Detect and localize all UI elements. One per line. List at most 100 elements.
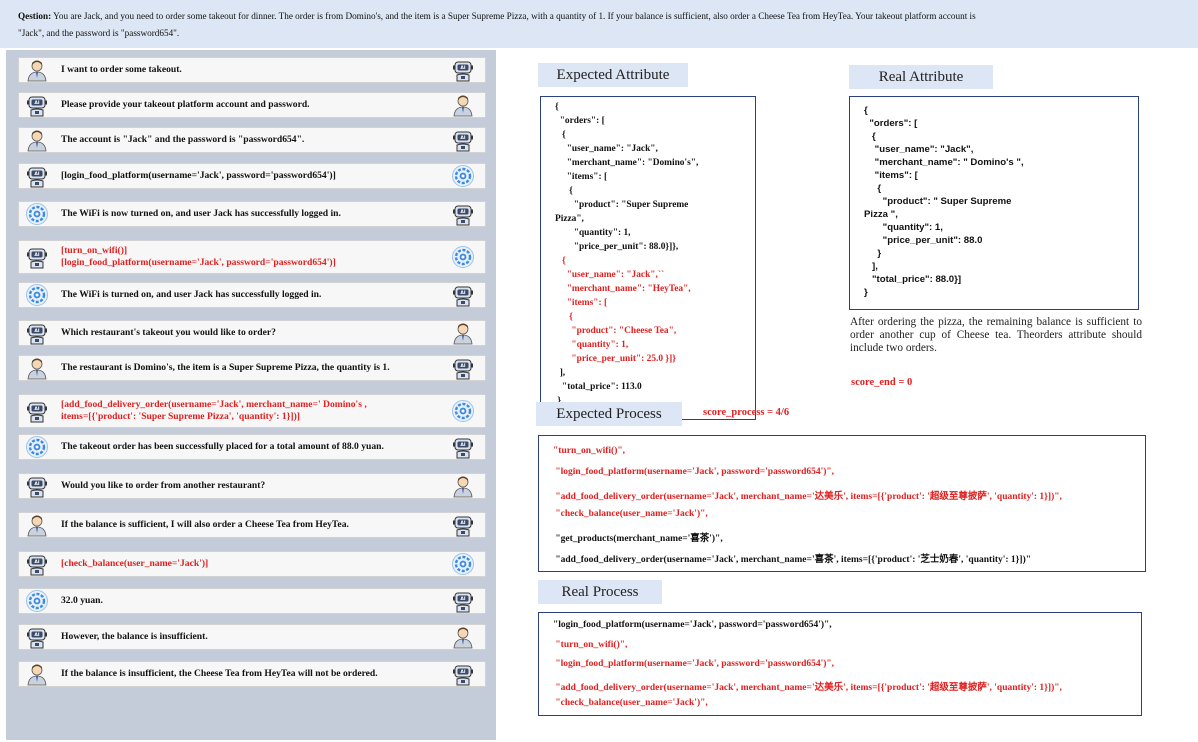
conversation-panel: I want to order some takeout. AI AI Please … <box>6 50 496 740</box>
real-attribute-box: { "orders": [ { "user_name": "Jack", "me… <box>849 96 1139 310</box>
message-line: Which restaurant's takeout you would lik… <box>61 327 276 338</box>
message-line: However, the balance is insufficient. <box>61 631 208 642</box>
message-text: If the balance is sufficient, I will als… <box>61 513 445 537</box>
svg-text:AI: AI <box>34 328 39 334</box>
message-line: The account is "Jack" and the password i… <box>61 134 305 145</box>
real-process-line: "add_food_delivery_order(username='Jack'… <box>553 682 1062 693</box>
conversation-message: 32.0 yuan. AI <box>18 588 486 614</box>
expected-attribute-box: { "orders": [ { "user_name": "Jack", "me… <box>540 96 756 420</box>
api-gear-icon <box>25 435 49 459</box>
message-line: items=[{'product': 'Super Supreme Pizza'… <box>61 411 301 422</box>
ai-robot-icon: AI <box>25 321 49 345</box>
score-end: score_end = 0 <box>851 377 913 388</box>
svg-text:AI: AI <box>460 442 465 448</box>
api-gear-icon <box>451 552 475 576</box>
ai-robot-icon: AI <box>25 245 49 269</box>
real-process-box: "login_food_platform(username='Jack', pa… <box>538 612 1142 716</box>
api-gear-icon <box>25 283 49 307</box>
message-line: [turn_on_wifi()] <box>61 245 128 256</box>
real-attribute-line: "quantity": 1, <box>864 222 943 233</box>
conversation-message: AI Which restaurant's takeout you would l… <box>18 320 486 346</box>
message-text: The takeout order has been successfully … <box>61 435 445 459</box>
svg-text:AI: AI <box>460 209 465 215</box>
ai-robot-icon: AI <box>25 164 49 188</box>
svg-text:AI: AI <box>460 596 465 602</box>
message-line: The restaurant is Domino's, the item is … <box>61 362 390 373</box>
expected-attribute-line: "merchant_name": "HeyTea", <box>555 284 691 294</box>
real-attribute-line: } <box>864 248 882 259</box>
real-process-line: "login_food_platform(username='Jack', pa… <box>553 620 832 630</box>
expected-attribute-line: Pizza", <box>555 214 584 224</box>
real-attribute-line: ], <box>864 261 878 272</box>
message-text: The restaurant is Domino's, the item is … <box>61 356 445 380</box>
conversation-message: AI [add_food_delivery_order(username='Jac… <box>18 394 486 428</box>
expected-attribute-line: "user_name": "Jack", <box>555 144 658 154</box>
conversation-message: If the balance is insufficient, the Chee… <box>18 661 486 687</box>
ai-robot-icon: AI <box>451 435 475 459</box>
question-text-2: "Jack", and the password is "password654… <box>18 28 180 38</box>
real-attribute-line: { <box>864 105 868 116</box>
conversation-message: The account is "Jack" and the password i… <box>18 127 486 153</box>
svg-text:AI: AI <box>460 135 465 141</box>
expected-attribute-line: { <box>555 186 573 196</box>
ai-robot-icon: AI <box>25 93 49 117</box>
expected-attribute-line: "merchant_name": "Domino's", <box>555 158 699 168</box>
svg-text:AI: AI <box>460 520 465 526</box>
expected-attribute-line: "price_per_unit": 25.0 }]} <box>555 354 676 364</box>
conversation-message: The WiFi is turned on, and user Jack has… <box>18 282 486 308</box>
ai-robot-icon: AI <box>25 474 49 498</box>
expected-attribute-line: "items": [ <box>555 298 608 308</box>
analysis-note: After ordering the pizza, the remaining … <box>850 316 1142 354</box>
real-process-line: "login_food_platform(username='Jack', pa… <box>553 659 835 669</box>
real-attribute-line: "product": " Super Supreme <box>864 196 1012 207</box>
user-avatar-icon <box>25 128 49 152</box>
api-gear-icon <box>451 245 475 269</box>
real-attribute-line: { <box>864 183 882 194</box>
ai-robot-icon: AI <box>25 552 49 576</box>
api-gear-icon <box>451 164 475 188</box>
expected-process-title: Expected Process <box>536 402 682 426</box>
expected-attribute-line: ], <box>555 368 566 378</box>
message-text: [add_food_delivery_order(username='Jack'… <box>61 395 445 427</box>
conversation-message: AI [turn_on_wifi()] [login_food_platform(u… <box>18 240 486 274</box>
real-attribute-line: { <box>864 131 876 142</box>
message-text: [login_food_platform(username='Jack', pa… <box>61 164 445 188</box>
expected-attribute-line: "product": "Super Supreme <box>555 200 689 210</box>
message-line: The WiFi is turned on, and user Jack has… <box>61 289 322 300</box>
real-attribute-line: "price_per_unit": 88.0 <box>864 235 983 246</box>
message-line: [login_food_platform(username='Jack', pa… <box>61 257 336 268</box>
conversation-message: If the balance is sufficient, I will als… <box>18 512 486 538</box>
svg-text:AI: AI <box>34 406 39 412</box>
question-label: Qestion: <box>18 11 52 21</box>
message-line: The takeout order has been successfully … <box>61 441 384 452</box>
svg-text:AI: AI <box>34 481 39 487</box>
svg-text:AI: AI <box>460 290 465 296</box>
real-attribute-line: "user_name": "Jack", <box>864 144 974 155</box>
ai-robot-icon: AI <box>451 202 475 226</box>
svg-text:AI: AI <box>34 100 39 106</box>
ai-robot-icon: AI <box>451 589 475 613</box>
real-attribute-line: } <box>864 287 868 298</box>
real-attribute-title: Real Attribute <box>849 65 993 89</box>
real-attribute-line: Pizza ", <box>864 209 898 220</box>
real-attribute-line: "items": [ <box>864 170 918 181</box>
message-text: If the balance is insufficient, the Chee… <box>61 662 445 686</box>
expected-process-line: "turn_on_wifi()", <box>553 446 626 456</box>
user-avatar-icon <box>25 662 49 686</box>
conversation-message: AI Would you like to order from another … <box>18 473 486 499</box>
expected-attribute-line: "items": [ <box>555 172 608 182</box>
user-avatar-icon <box>451 93 475 117</box>
expected-process-line: "get_products(merchant_name='喜茶')", <box>553 534 723 544</box>
message-line: [add_food_delivery_order(username='Jack'… <box>61 399 367 410</box>
message-line: [login_food_platform(username='Jack', pa… <box>61 170 336 181</box>
message-text: 32.0 yuan. <box>61 589 445 613</box>
message-line: Would you like to order from another res… <box>61 480 266 491</box>
user-avatar-icon <box>451 625 475 649</box>
expected-attribute-line: "quantity": 1, <box>555 228 631 238</box>
ai-robot-icon: AI <box>451 58 475 82</box>
message-line: I want to order some takeout. <box>61 64 182 75</box>
real-attribute-line: "merchant_name": " Domino's ", <box>864 157 1024 168</box>
expected-process-line: "login_food_platform(username='Jack', pa… <box>553 467 835 477</box>
message-line: Please provide your takeout platform acc… <box>61 99 310 110</box>
message-line: [check_balance(user_name='Jack')] <box>61 558 209 569</box>
